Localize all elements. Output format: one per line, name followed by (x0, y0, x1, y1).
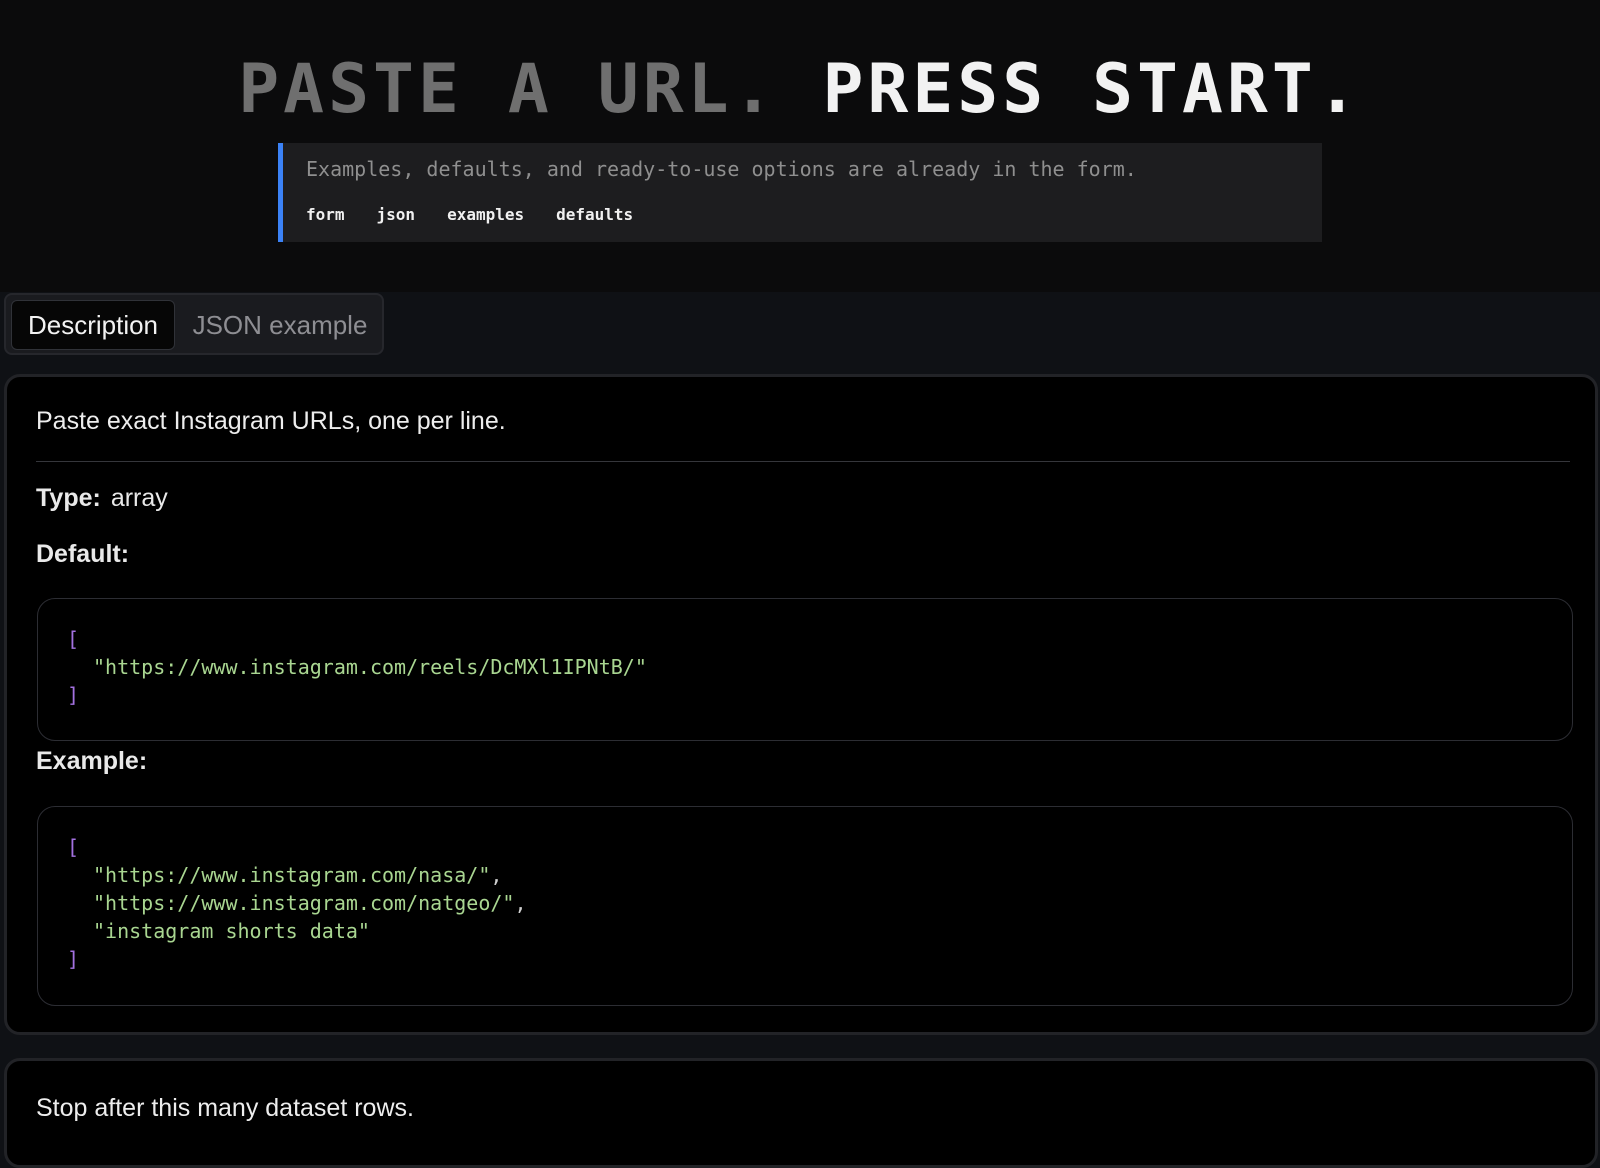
tag-json: json (376, 205, 416, 224)
tag-examples: examples (447, 205, 525, 224)
type-row: Type: array (36, 484, 168, 513)
tab-description[interactable]: Description (11, 300, 175, 350)
code-string: "instagram shorts data" (93, 919, 370, 943)
code-string: "https://www.instagram.com/natgeo/" (93, 891, 515, 915)
tag-defaults: defaults (556, 205, 634, 224)
code-string: "https://www.instagram.com/reels/DcMXl1I… (93, 655, 647, 679)
default-row: Default: (36, 540, 129, 569)
hero-tags: form json examples defaults (306, 205, 633, 224)
view-tabs: Description JSON example (4, 293, 384, 355)
hero-title-bright: PRESS START. (822, 50, 1362, 129)
divider (36, 461, 1570, 462)
code-comma: , (490, 863, 503, 887)
example-label: Example: (36, 747, 148, 775)
example-code: [ "https://www.instagram.com/nasa/", "ht… (67, 833, 526, 973)
field-card-limit: Stop after this many dataset rows. (4, 1058, 1598, 1168)
field-card-urls: Paste exact Instagram URLs, one per line… (4, 374, 1598, 1035)
default-code-block: [ "https://www.instagram.com/reels/DcMXl… (37, 598, 1573, 741)
hero-section: PASTE A URL. PRESS START. Examples, defa… (0, 0, 1600, 292)
code-bracket-open: [ (67, 627, 80, 651)
field-description: Stop after this many dataset rows. (36, 1094, 414, 1122)
tab-json-example[interactable]: JSON example (178, 300, 382, 350)
default-code: [ "https://www.instagram.com/reels/DcMXl… (67, 625, 647, 709)
type-value: array (110, 484, 168, 512)
hero-title: PASTE A URL. PRESS START. (0, 50, 1600, 130)
code-comma: , (514, 891, 527, 915)
example-row: Example: (36, 747, 147, 776)
hero-title-dim: PASTE A URL. (238, 50, 778, 129)
field-description: Paste exact Instagram URLs, one per line… (36, 407, 506, 435)
code-bracket-close: ] (67, 683, 80, 707)
default-label: Default: (36, 540, 130, 568)
tag-form: form (306, 205, 345, 224)
hero-callout: Examples, defaults, and ready-to-use opt… (278, 143, 1322, 242)
example-code-block: [ "https://www.instagram.com/nasa/", "ht… (37, 806, 1573, 1006)
code-bracket-close: ] (67, 947, 80, 971)
code-string: "https://www.instagram.com/nasa/" (93, 863, 491, 887)
type-label: Type: (36, 484, 101, 512)
hero-subtitle: Examples, defaults, and ready-to-use opt… (306, 157, 1137, 181)
code-bracket-open: [ (67, 835, 80, 859)
